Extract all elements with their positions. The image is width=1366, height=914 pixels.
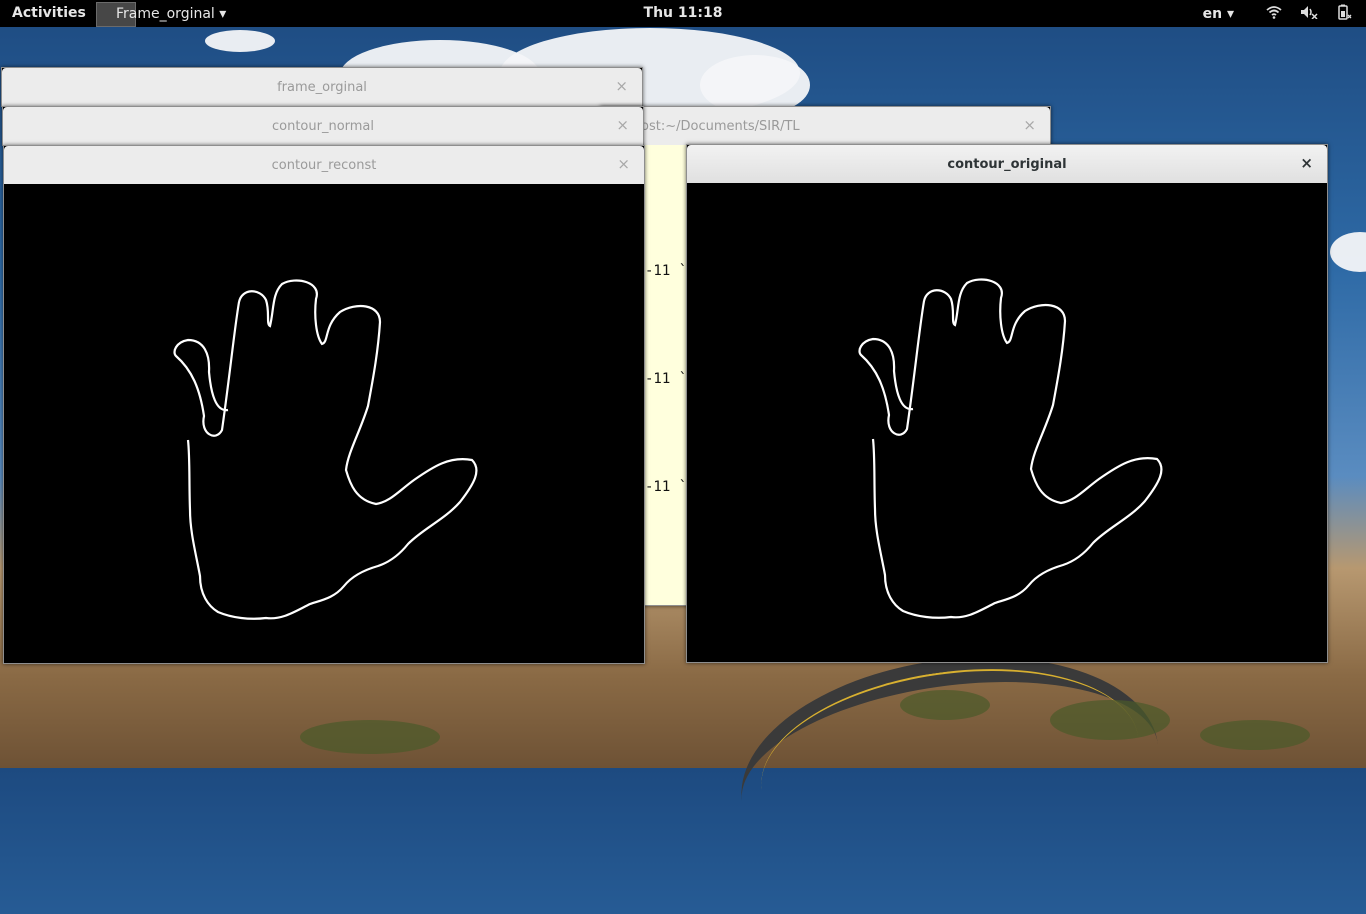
terminal-line: -11 ` xyxy=(645,371,688,387)
app-menu-button[interactable]: Frame_orginal ▾ xyxy=(96,0,234,27)
activities-button[interactable]: Activities xyxy=(12,5,86,21)
status-area: en ▾ xyxy=(1203,4,1352,24)
image-canvas xyxy=(687,183,1327,662)
window-title: contour_original xyxy=(947,156,1067,172)
close-icon[interactable]: × xyxy=(617,155,630,173)
close-icon[interactable]: × xyxy=(1300,154,1313,172)
volume-muted-icon[interactable] xyxy=(1300,5,1318,23)
clock[interactable]: Thu 11:18 xyxy=(644,5,723,21)
desert-scrub xyxy=(1050,700,1170,740)
window-title: contour_reconst xyxy=(271,157,377,173)
close-icon[interactable]: × xyxy=(615,77,628,95)
close-icon[interactable]: × xyxy=(1023,116,1036,134)
app-menu-label: Frame_orginal ▾ xyxy=(116,5,227,22)
window-titlebar[interactable]: contour_reconst × xyxy=(4,146,644,185)
keyboard-layout-indicator[interactable]: en ▾ xyxy=(1203,6,1234,22)
window-title: contour_normal xyxy=(271,118,375,134)
window-titlebar[interactable]: ost:~/Documents/SIR/TL × xyxy=(601,107,1050,146)
close-icon[interactable]: × xyxy=(616,116,629,134)
hand-contour-image xyxy=(173,279,478,620)
window-contour-original[interactable]: contour_original × xyxy=(686,144,1328,663)
top-panel: Activities Frame_orginal ▾ Thu 11:18 en … xyxy=(0,0,1366,27)
window-title: ost:~/Documents/SIR/TL xyxy=(641,118,800,134)
cloud xyxy=(205,30,275,52)
window-contour-normal[interactable]: contour_normal × xyxy=(2,106,644,146)
hand-contour-image xyxy=(858,278,1163,619)
terminal-line: -11 ` xyxy=(645,479,688,495)
wifi-icon[interactable] xyxy=(1266,5,1282,23)
desert-scrub xyxy=(300,720,440,754)
window-titlebar[interactable]: contour_original × xyxy=(687,145,1327,184)
window-title: frame_orginal xyxy=(277,79,367,95)
window-frame-orginal[interactable]: frame_orginal × xyxy=(1,67,643,107)
terminal-line: -11 ` xyxy=(645,263,688,279)
image-canvas xyxy=(4,184,644,663)
desert-scrub xyxy=(900,690,990,720)
window-contour-reconst[interactable]: contour_reconst × xyxy=(3,145,645,664)
desert-scrub xyxy=(1200,720,1310,750)
window-titlebar[interactable]: frame_orginal × xyxy=(2,68,642,107)
battery-icon[interactable] xyxy=(1336,4,1352,24)
cloud xyxy=(1330,232,1366,272)
window-titlebar[interactable]: contour_normal × xyxy=(3,107,643,146)
